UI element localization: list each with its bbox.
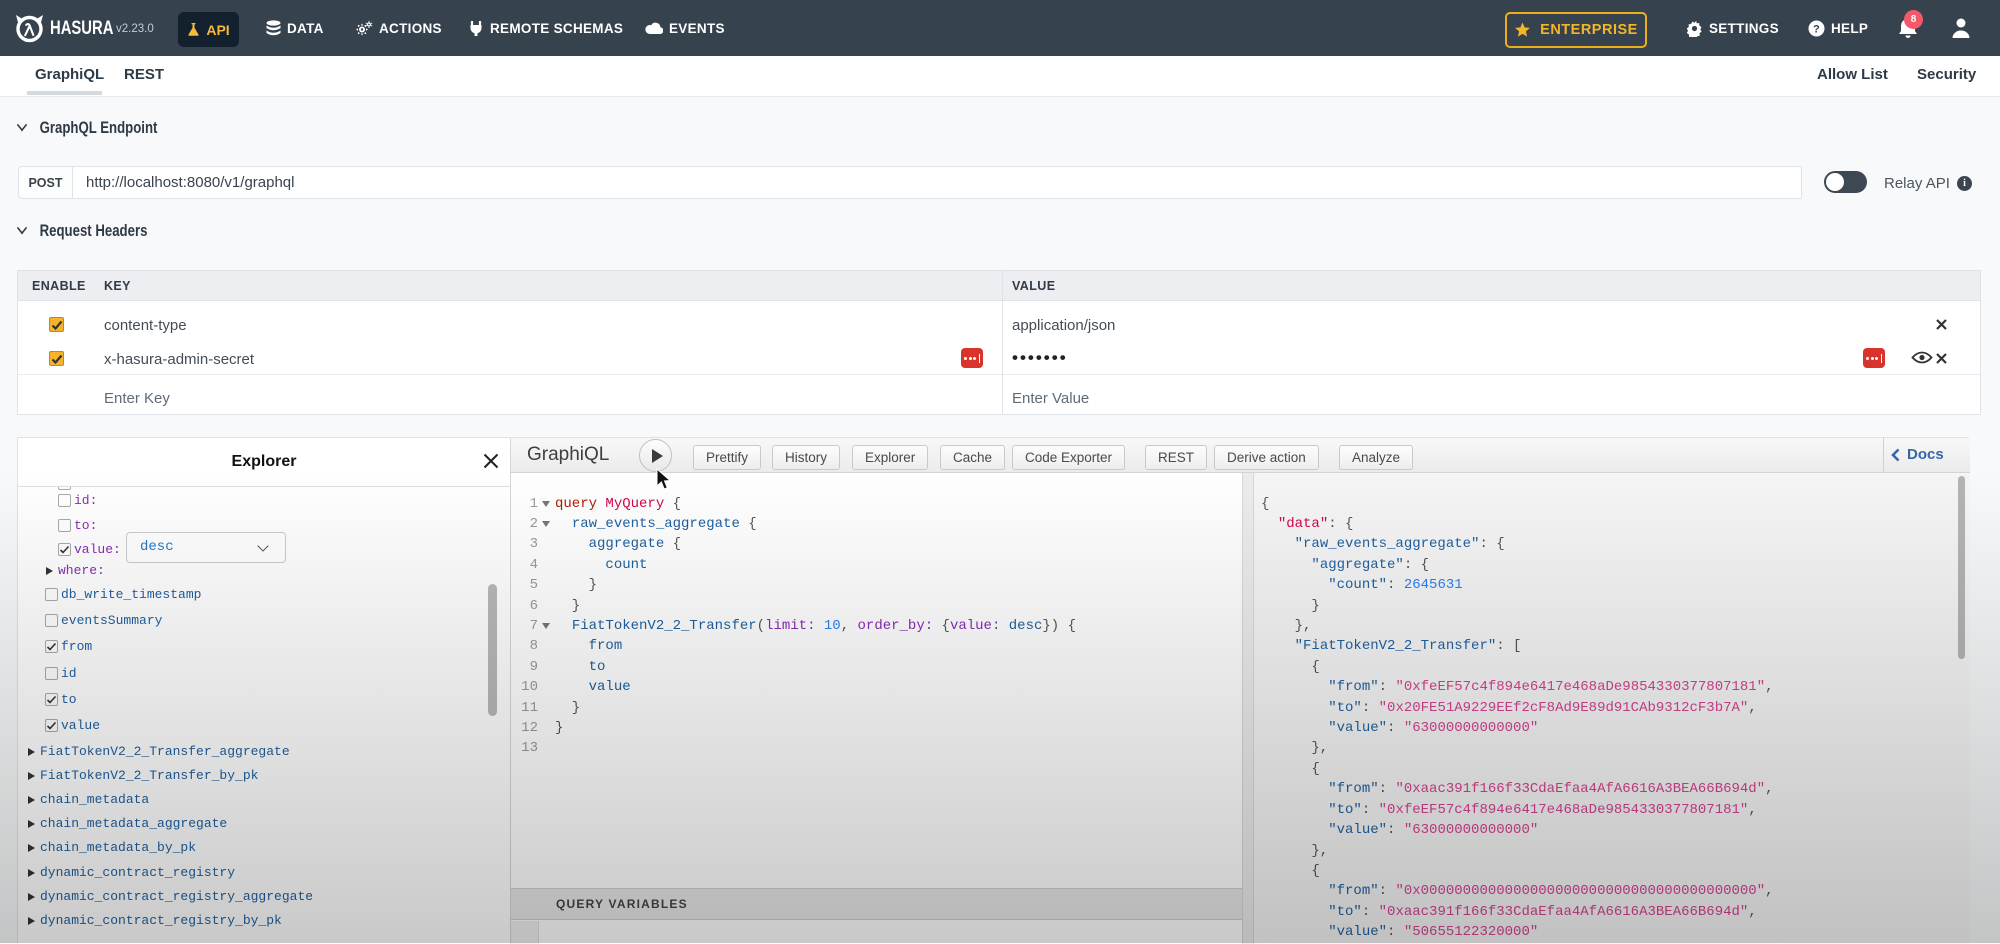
svg-text:?: ? <box>1813 23 1820 35</box>
